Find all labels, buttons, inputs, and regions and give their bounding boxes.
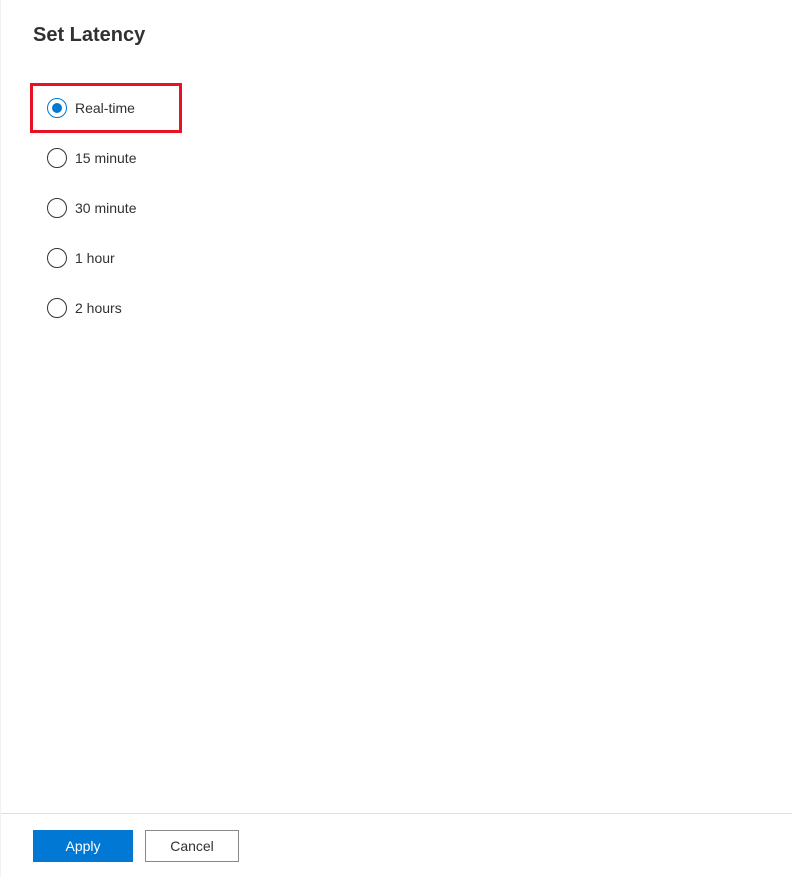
latency-option-1-hour[interactable]: 1 hour bbox=[33, 233, 776, 283]
latency-option-real-time[interactable]: Real-time bbox=[30, 83, 182, 133]
radio-label: 15 minute bbox=[75, 150, 136, 166]
radio-icon bbox=[47, 198, 67, 218]
set-latency-panel: Set Latency Real-time 15 minute 30 minut… bbox=[0, 0, 792, 877]
apply-button[interactable]: Apply bbox=[33, 830, 133, 862]
panel-title: Set Latency bbox=[33, 24, 776, 47]
radio-icon bbox=[47, 148, 67, 168]
latency-options: Real-time 15 minute 30 minute 1 hour 2 h… bbox=[33, 83, 776, 333]
latency-option-15-minute[interactable]: 15 minute bbox=[33, 133, 776, 183]
radio-label: 2 hours bbox=[75, 300, 122, 316]
panel-footer: Apply Cancel bbox=[1, 813, 792, 877]
radio-label: 30 minute bbox=[75, 200, 136, 216]
radio-label: 1 hour bbox=[75, 250, 115, 266]
radio-icon bbox=[47, 98, 67, 118]
radio-icon bbox=[47, 298, 67, 318]
cancel-button[interactable]: Cancel bbox=[145, 830, 239, 862]
radio-icon bbox=[47, 248, 67, 268]
radio-label: Real-time bbox=[75, 100, 135, 116]
latency-option-2-hours[interactable]: 2 hours bbox=[33, 283, 776, 333]
latency-option-30-minute[interactable]: 30 minute bbox=[33, 183, 776, 233]
radio-selected-dot bbox=[52, 103, 62, 113]
